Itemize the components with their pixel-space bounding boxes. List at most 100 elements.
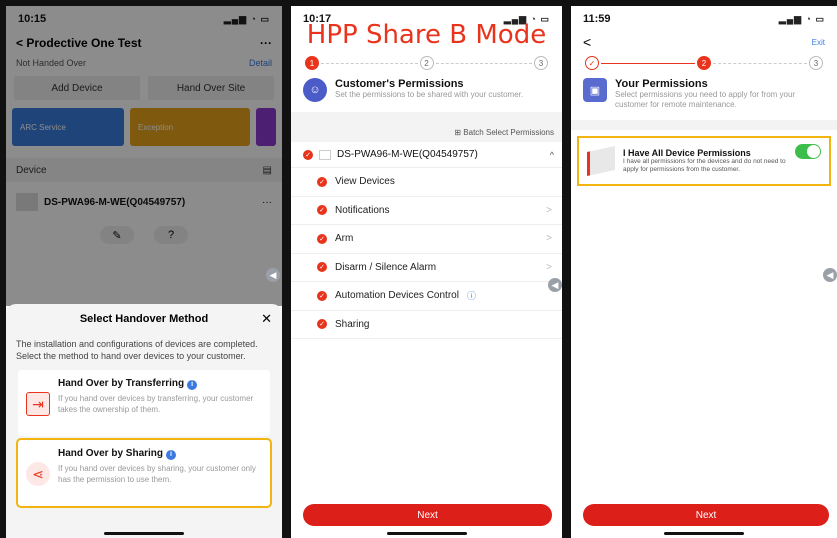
permission-label: View Devices — [335, 176, 395, 188]
transfer-option-title: Hand Over by Transferring — [58, 378, 185, 389]
back-icon[interactable]: < — [16, 36, 23, 50]
phone-screen-customer-permissions: 10:17 ▂▄▆ ◔ ▭ HPP Share B Mode 1 2 3 ☺ C… — [291, 6, 562, 538]
device-box-icon — [587, 146, 615, 176]
status-icons: ▂▄▆ ◔ ▭ — [778, 13, 825, 24]
step-1-done: ✓ — [585, 56, 599, 70]
all-permissions-toggle[interactable] — [795, 143, 821, 159]
transfer-icon: ⇥ — [26, 392, 50, 416]
device-name: DS-PWA96-M-WE(Q04549757) — [337, 149, 478, 160]
permission-label: Arm — [335, 233, 354, 245]
info-icon[interactable]: ⓘ — [467, 289, 476, 302]
exit-link[interactable]: Exit — [812, 38, 825, 47]
site-title: < Prodective One Test — [16, 36, 142, 50]
check-icon[interactable]: ✓ — [317, 290, 327, 301]
next-button[interactable]: Next — [583, 504, 829, 526]
floating-assist-icon[interactable]: ◀ — [823, 268, 837, 282]
step-3: 3 — [809, 56, 823, 70]
arc-service-card[interactable]: ARC Service — [12, 108, 124, 146]
back-icon[interactable]: < — [583, 34, 591, 50]
all-permissions-desc: I have all permissions for the devices a… — [623, 158, 786, 173]
all-permissions-title: I Have All Device Permissions — [623, 148, 751, 158]
step-indicator: 1 2 3 — [291, 52, 562, 74]
check-icon[interactable]: ✓ — [317, 262, 327, 273]
permission-label: Disarm / Silence Alarm — [335, 261, 437, 273]
handed-status: Not Handed Over — [16, 58, 87, 68]
step-2: 2 — [419, 56, 434, 70]
more-card[interactable] — [256, 108, 276, 146]
device-row[interactable]: ✓ DS-PWA96-M-WE(Q04549757) ^ — [291, 142, 562, 168]
status-icons: ▂▄▆ ◔ ▭ — [223, 13, 270, 24]
next-button[interactable]: Next — [303, 504, 552, 526]
page-title: Customer's Permissions — [335, 78, 464, 90]
device-row[interactable]: DS-PWA96-M-WE(Q04549757) ··· — [6, 182, 282, 222]
permission-row[interactable]: ✓ Notifications > — [291, 197, 562, 225]
chevron-right-icon[interactable]: > — [546, 205, 552, 216]
permission-row[interactable]: ✓ View Devices — [291, 168, 562, 197]
page-title: Your Permissions — [615, 78, 708, 90]
permission-row[interactable]: ✓ Disarm / Silence Alarm > — [291, 254, 562, 282]
permission-label: Automation Devices Control — [335, 290, 459, 302]
permission-row[interactable]: ✓ Automation Devices Control ⓘ — [291, 282, 562, 311]
hand-over-site-button[interactable]: Hand Over Site — [148, 76, 274, 100]
permission-label: Notifications — [335, 204, 390, 216]
device-header: Device ▤ — [6, 158, 282, 182]
device-thumb — [16, 193, 38, 211]
chevron-right-icon[interactable]: > — [546, 262, 552, 273]
exception-card[interactable]: Exception — [130, 108, 250, 146]
home-indicator — [386, 532, 467, 535]
phone-screen-your-permissions: 11:59 ▂▄▆ ◔ ▭ < Exit ✓ 2 3 ▣ Your Permis… — [571, 6, 837, 538]
step-indicator: ✓ 2 3 — [571, 52, 837, 74]
check-icon[interactable]: ✓ — [317, 319, 327, 330]
share-option-desc: If you hand over devices by sharing, you… — [58, 464, 256, 484]
step-1: 1 — [305, 56, 319, 70]
info-icon[interactable]: i — [166, 450, 177, 460]
chevron-up-icon[interactable]: ^ — [550, 150, 554, 160]
share-option[interactable]: ⋖ Hand Over by Sharing i If you hand over… — [16, 438, 272, 508]
check-icon[interactable]: ✓ — [317, 205, 327, 216]
transfer-option-desc: If you hand over devices by transferring… — [58, 394, 254, 414]
floating-assist-icon[interactable]: ◀ — [266, 268, 280, 282]
home-indicator — [104, 532, 184, 535]
check-icon[interactable]: ✓ — [317, 233, 327, 244]
status-time: 10:15 — [18, 13, 47, 25]
batch-select-button[interactable]: ⊞ Batch Select Permissions — [291, 122, 562, 142]
page-description: Set the permissions to be shared with yo… — [335, 90, 524, 99]
sheet-title: Select Handover Method ✕ — [79, 311, 272, 327]
list-icon[interactable]: ▤ — [263, 165, 272, 176]
detail-link[interactable]: Detail — [249, 58, 272, 68]
home-indicator — [664, 532, 744, 535]
status-time: 11:59 — [583, 13, 611, 25]
phone-screen-handover: 10:15 ▂▄▆ ◔ ▭ < Prodective One Test ··· … — [6, 6, 282, 538]
permission-row[interactable]: ✓ Arm > — [291, 225, 562, 254]
share-icon: ⋖ — [26, 462, 50, 486]
more-icon[interactable]: ··· — [260, 36, 272, 50]
user-permission-icon: ☺ — [303, 78, 327, 102]
info-icon[interactable]: i — [187, 380, 198, 390]
handover-status-row: Not Handed Over Detail — [6, 54, 282, 72]
device-more-icon[interactable]: ··· — [262, 197, 272, 208]
edit-icon[interactable]: ✎ — [100, 226, 134, 244]
overlay-title: HPP Share B Mode — [306, 20, 547, 50]
permission-label: Sharing — [335, 318, 370, 330]
add-device-button[interactable]: Add Device — [14, 76, 140, 100]
status-bar: 10:15 ▂▄▆ ◔ ▭ — [6, 6, 282, 32]
status-bar: 11:59 ▂▄▆ ◔ ▭ — [571, 6, 837, 32]
nav-bar: < Prodective One Test ··· — [6, 32, 282, 54]
permission-icon: ▣ — [583, 78, 607, 102]
close-icon[interactable]: ✕ — [261, 311, 272, 327]
step-2: 2 — [697, 56, 711, 70]
handover-method-sheet: Select Handover Method ✕ The installatio… — [6, 304, 282, 538]
check-icon[interactable]: ✓ — [317, 176, 327, 187]
check-icon[interactable]: ✓ — [303, 149, 313, 160]
step-3: 3 — [534, 56, 548, 70]
all-permissions-row: I Have All Device Permissions I have all… — [577, 136, 831, 186]
transfer-option[interactable]: ⇥ Hand Over by Transferring i If you hand… — [18, 370, 270, 436]
floating-assist-icon[interactable]: ◀ — [548, 278, 562, 292]
device-thumb — [319, 149, 331, 160]
help-icon[interactable]: ? — [154, 226, 188, 244]
chevron-right-icon[interactable]: > — [546, 233, 552, 244]
sheet-description: The installation and configurations of d… — [16, 339, 258, 361]
batch-icon: ⊞ — [454, 127, 464, 137]
device-name: DS-PWA96-M-WE(Q04549757) — [44, 196, 186, 208]
permission-row[interactable]: ✓ Sharing — [291, 311, 562, 339]
